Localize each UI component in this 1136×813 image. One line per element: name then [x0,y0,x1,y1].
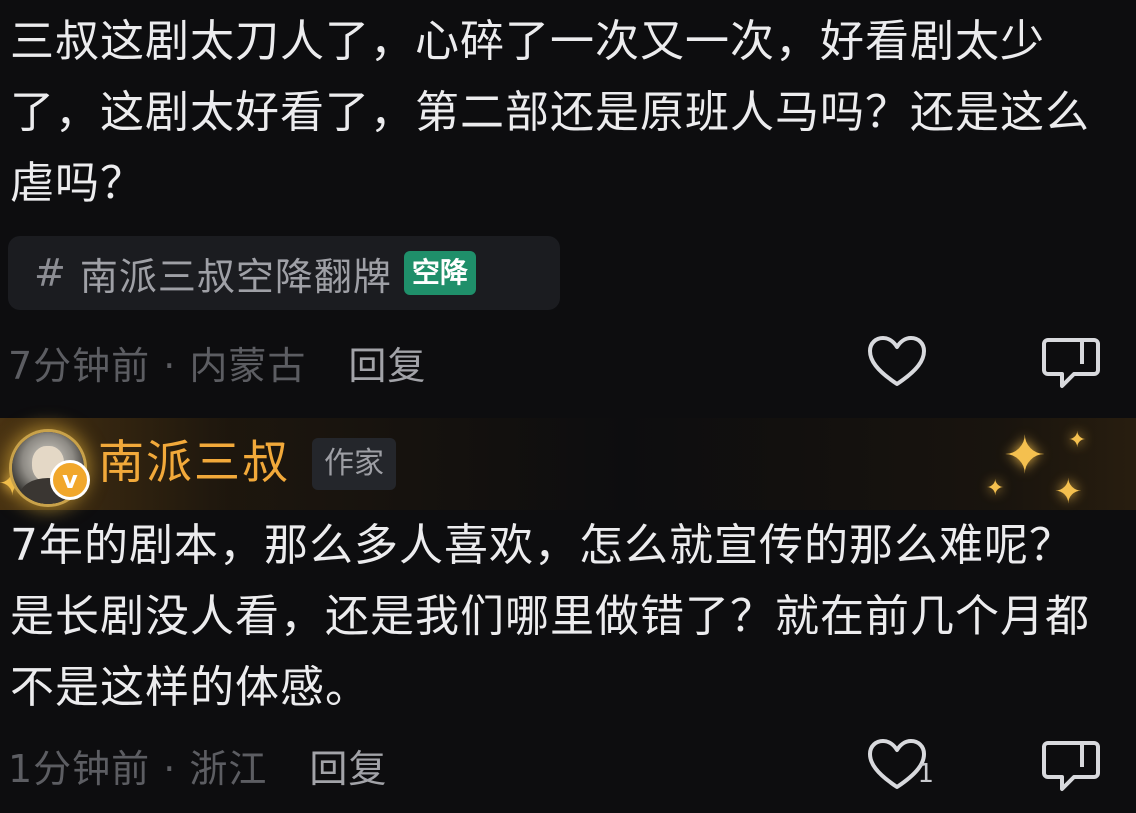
comment-time-location: 7分钟前 · 内蒙古 [8,343,307,388]
reply-button[interactable]: 回复 [348,335,426,390]
sparkle-icon: ✦ [1003,426,1047,486]
reply-button[interactable]: 回复 [309,738,387,793]
like-count: 1 [917,759,934,789]
comment-meta: 1分钟前 · 浙江 回复 1 [8,735,1128,795]
verified-badge-icon: v [50,460,90,500]
topic-label: 南派三叔空降翻牌 [79,254,392,299]
sparkle-icon: ✦ [1068,428,1087,453]
comment-text: 7年的剧本，那么多人喜欢，怎么就宣传的那么难呢？是长剧没人看，还是我们哪里做错了… [10,520,1090,713]
author-role-tag: 作家 [312,438,396,490]
author-row: ✦ v 南派三叔 作家 ✦ ✦ ✦ ✦ [0,426,1136,512]
author-name[interactable]: 南派三叔 [98,430,290,494]
comment-meta: 7分钟前 · 内蒙古 回复 [8,332,1128,392]
comment-time-location: 1分钟前 · 浙江 [8,746,268,791]
topic-badge: 空降 [403,251,476,295]
heart-icon[interactable] [866,334,928,390]
hashtag-icon: # [34,251,66,295]
comment-text: 三叔这剧太刀人了，心碎了一次又一次，好看剧太少了，这剧太好看了，第二部还是原班人… [10,16,1090,209]
sparkle-icon: ✦ [986,476,1005,501]
comment-icon[interactable] [1040,334,1102,392]
comment-icon[interactable] [1040,737,1102,795]
sparkle-icon: ✦ [1054,472,1083,512]
topic-tag[interactable]: # 南派三叔空降翻牌 空降 [8,236,560,310]
